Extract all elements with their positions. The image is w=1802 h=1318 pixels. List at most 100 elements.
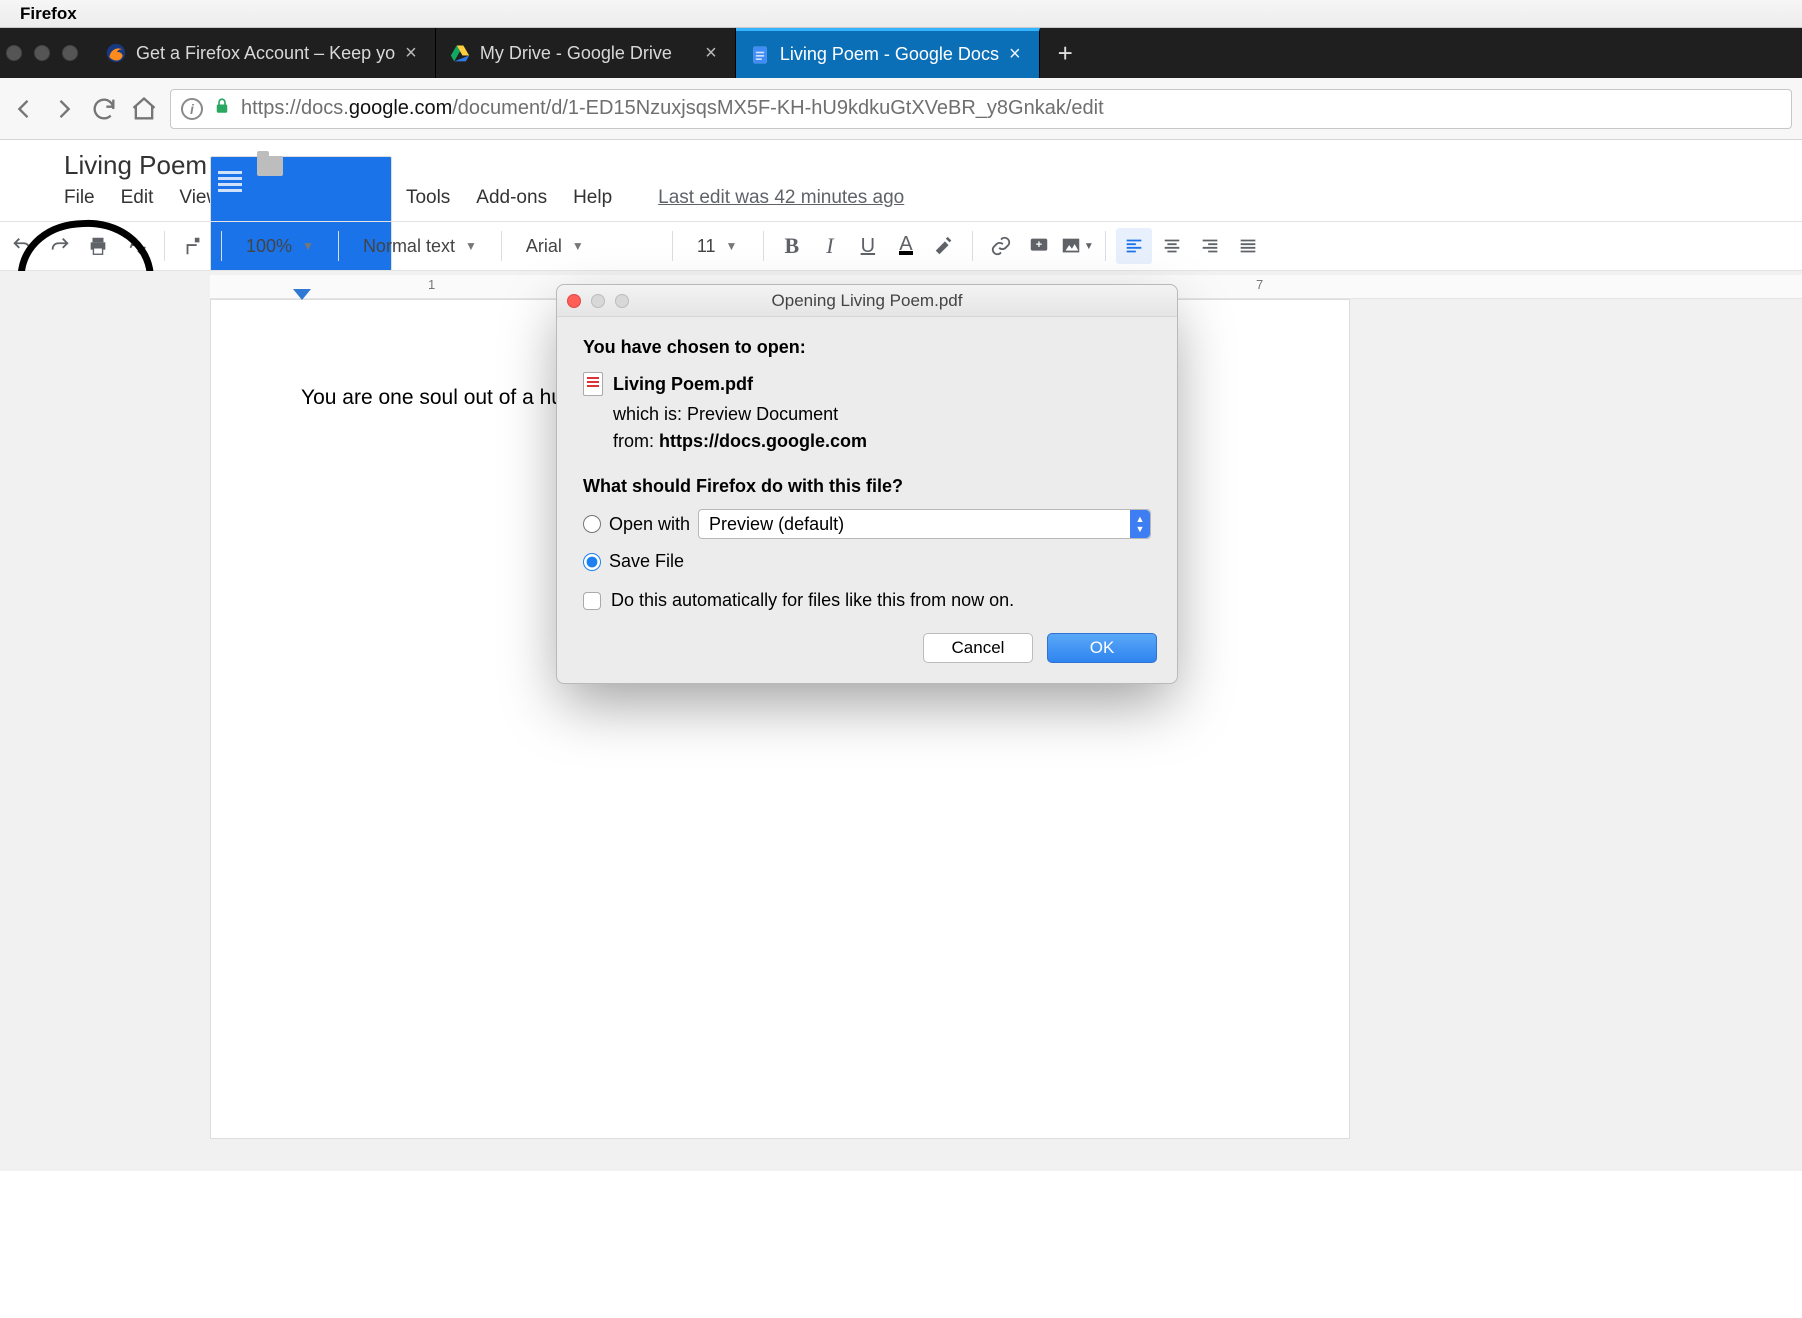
separator [972, 231, 973, 261]
align-center-button[interactable] [1154, 228, 1190, 264]
docs-menubar: File Edit View Insert Format Tools Add-o… [64, 181, 904, 221]
spellcheck-button[interactable] [118, 228, 154, 264]
dialog-titlebar: Opening Living Poem.pdf [557, 285, 1177, 317]
tab-label: Get a Firefox Account – Keep yo [136, 43, 395, 64]
filename: Living Poem.pdf [613, 374, 753, 395]
app-name: Firefox [20, 4, 77, 24]
text-color-button[interactable]: A [888, 228, 924, 264]
save-file-label: Save File [609, 551, 684, 572]
menu-help[interactable]: Help [573, 187, 612, 209]
italic-button[interactable]: I [812, 228, 848, 264]
menu-tools[interactable]: Tools [406, 187, 450, 209]
separator [501, 231, 502, 261]
bold-button[interactable]: B [774, 228, 810, 264]
undo-button[interactable] [4, 228, 40, 264]
separator [672, 231, 673, 261]
paragraph-style-select[interactable]: Normal text▼ [349, 236, 491, 257]
chevron-down-icon: ▼ [1084, 241, 1094, 252]
close-icon[interactable]: × [705, 42, 717, 65]
macos-menubar: Firefox [0, 0, 1802, 28]
separator [221, 231, 222, 261]
font-select[interactable]: Arial▼ [512, 236, 662, 257]
pdf-icon [583, 372, 603, 396]
ruler-mark: 1 [428, 277, 435, 292]
align-justify-button[interactable] [1230, 228, 1266, 264]
separator [164, 231, 165, 261]
dialog-title: Opening Living Poem.pdf [557, 291, 1177, 311]
menu-edit[interactable]: Edit [121, 187, 154, 209]
zoom-select[interactable]: 100%▼ [232, 236, 328, 257]
close-icon[interactable]: × [405, 42, 417, 65]
open-with-option[interactable]: Open with Preview (default) ▲▼ [583, 509, 1151, 539]
window-controls[interactable] [0, 28, 92, 78]
file-type-row: which is: Preview Document [613, 404, 1151, 425]
browser-tab-strip: Get a Firefox Account – Keep yo × My Dri… [0, 28, 1802, 78]
ruler-mark: 7 [1256, 277, 1263, 292]
docs-toolbar: 100%▼ Normal text▼ Arial▼ 11▼ B I U A + … [0, 221, 1802, 271]
open-with-app-select[interactable]: Preview (default) ▲▼ [698, 509, 1151, 539]
url-text: https://docs.google.com/document/d/1-ED1… [241, 97, 1104, 120]
align-left-button[interactable] [1116, 228, 1152, 264]
separator [763, 231, 764, 261]
insert-comment-button[interactable]: + [1021, 228, 1057, 264]
last-edit-link[interactable]: Last edit was 42 minutes ago [658, 187, 904, 209]
chevron-down-icon: ▼ [465, 239, 477, 253]
home-button[interactable] [130, 95, 158, 123]
svg-text:+: + [1036, 239, 1042, 251]
ok-button[interactable]: OK [1047, 633, 1157, 663]
docs-header: Living Poem ☆ File Edit View Insert Form… [0, 140, 1802, 221]
tab-google-drive[interactable]: My Drive - Google Drive × [436, 28, 736, 78]
window-zoom-icon[interactable] [62, 45, 78, 61]
font-size-select[interactable]: 11▼ [683, 236, 753, 257]
paint-format-button[interactable] [175, 228, 211, 264]
print-button[interactable] [80, 228, 116, 264]
new-tab-button[interactable]: + [1040, 28, 1091, 78]
back-button[interactable] [10, 95, 38, 123]
remember-checkbox[interactable] [583, 592, 601, 610]
site-info-icon[interactable]: i [181, 98, 203, 120]
align-right-button[interactable] [1192, 228, 1228, 264]
ruler-indent-marker[interactable] [293, 289, 311, 300]
menu-file[interactable]: File [64, 187, 95, 209]
firefox-icon [106, 43, 126, 63]
remember-label: Do this automatically for files like thi… [611, 590, 1014, 611]
menu-addons[interactable]: Add-ons [476, 187, 547, 209]
address-bar[interactable]: i https://docs.google.com/document/d/1-E… [170, 89, 1792, 129]
remember-choice-option[interactable]: Do this automatically for files like thi… [583, 590, 1151, 611]
forward-button[interactable] [50, 95, 78, 123]
chevron-down-icon: ▼ [726, 239, 738, 253]
window-close-icon[interactable] [6, 45, 22, 61]
tab-label: My Drive - Google Drive [480, 43, 672, 64]
chevron-down-icon: ▼ [302, 239, 314, 253]
save-file-radio[interactable] [583, 553, 601, 571]
folder-icon[interactable] [257, 156, 283, 176]
tab-google-docs[interactable]: Living Poem - Google Docs × [736, 28, 1040, 78]
drive-icon [450, 43, 470, 63]
window-minimize-icon[interactable] [34, 45, 50, 61]
docs-logo-icon[interactable] [0, 156, 52, 208]
redo-button[interactable] [42, 228, 78, 264]
insert-link-button[interactable] [983, 228, 1019, 264]
tab-label: Living Poem - Google Docs [780, 44, 999, 65]
lock-icon [213, 97, 231, 121]
dialog-heading: You have chosen to open: [583, 337, 1151, 358]
separator [338, 231, 339, 261]
reload-button[interactable] [90, 95, 118, 123]
save-file-option[interactable]: Save File [583, 551, 1151, 572]
download-dialog: Opening Living Poem.pdf You have chosen … [556, 284, 1178, 684]
highlight-button[interactable] [926, 228, 962, 264]
open-with-radio[interactable] [583, 515, 601, 533]
close-icon[interactable]: × [1009, 43, 1021, 66]
browser-toolbar: i https://docs.google.com/document/d/1-E… [0, 78, 1802, 140]
cancel-button[interactable]: Cancel [923, 633, 1033, 663]
separator [1105, 231, 1106, 261]
file-source-row: from: https://docs.google.com [613, 431, 1151, 452]
tab-firefox-account[interactable]: Get a Firefox Account – Keep yo × [92, 28, 436, 78]
dialog-question: What should Firefox do with this file? [583, 476, 1151, 497]
chevron-down-icon: ▼ [572, 239, 584, 253]
underline-button[interactable]: U [850, 228, 886, 264]
document-body-text: You are one soul out of a hu [301, 386, 563, 409]
docs-icon [750, 45, 770, 65]
insert-image-button[interactable]: ▼ [1059, 228, 1095, 264]
doc-title[interactable]: Living Poem [64, 150, 207, 181]
